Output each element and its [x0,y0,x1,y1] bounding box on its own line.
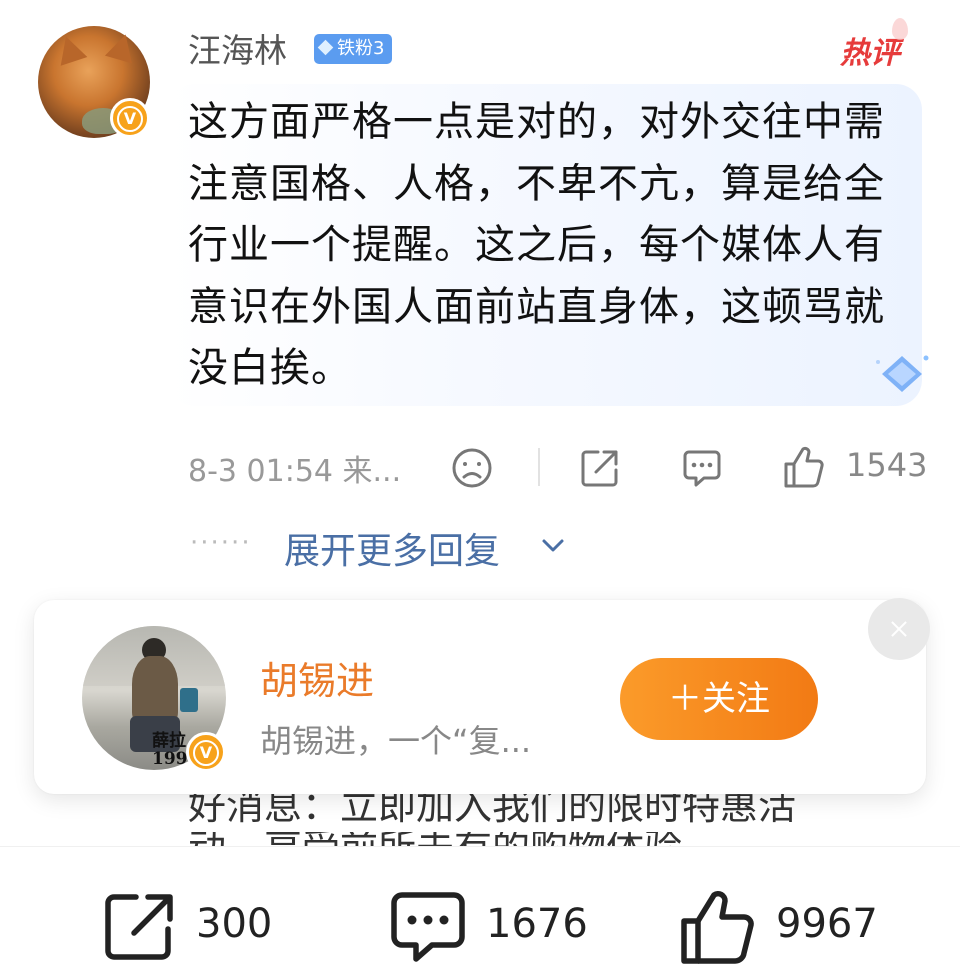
comment-like-count: 1543 [846,446,928,484]
follow-button[interactable]: ＋关注 [620,658,818,740]
diamond-icon [317,39,334,56]
avatar-signature: 薛拉 199 [152,731,188,769]
like-icon[interactable] [782,444,826,490]
bottom-like-button[interactable]: 9967 [678,887,908,964]
share-count: 300 [196,901,273,947]
comment-count: 1676 [486,901,588,947]
diamond-decoration-icon [876,355,929,392]
comment-timestamp: 8-3 01:54 来... [188,454,402,489]
verified-badge-icon: V [110,98,150,138]
sad-face-icon[interactable] [450,446,494,490]
verified-badge-icon: V [186,732,226,772]
suggested-user-name[interactable]: 胡锡进 [260,650,374,705]
hot-comment-label: 热评 [840,18,908,72]
expand-more-label[interactable]: 展开更多回复 [284,522,500,574]
chevron-down-icon [542,539,564,552]
background-ad-text-line2: 动，享受前所未有的购物体验 [188,832,928,846]
bottom-comment-button[interactable]: 1676 [388,887,608,963]
like-count: 9967 [776,901,878,947]
close-icon[interactable] [868,598,930,660]
avatar-cat-ear-right [104,30,140,64]
fan-level-badge[interactable]: 铁粉3 [314,34,393,64]
comment-icon [391,892,465,962]
avatar-cat-ear-left [52,32,88,66]
share-icon [105,894,173,960]
expand-dots: ······ [190,528,252,558]
bottom-share-button[interactable]: 300 [102,887,302,963]
comment-meta-row: 8-3 01:54 来... 1543 [188,440,928,496]
meta-divider [538,448,540,486]
share-icon[interactable] [578,446,622,490]
fan-level-label: 铁粉3 [337,38,385,59]
comment-text: 这方面严格一点是对的，对外交往中需注意国格、人格，不卑不亢，算是给全行业一个提醒… [188,99,885,391]
comment-icon[interactable] [680,446,724,490]
bottom-action-bar: 300 1676 9967 [0,846,960,976]
like-icon [681,891,754,964]
commenter-username[interactable]: 汪海林 [188,24,287,72]
background-ad-text-2: 动，享受前所未有的购物体验 [188,832,928,846]
avatar-bag [180,688,198,712]
suggested-user-description: 胡锡进，一个“复... [260,722,532,760]
